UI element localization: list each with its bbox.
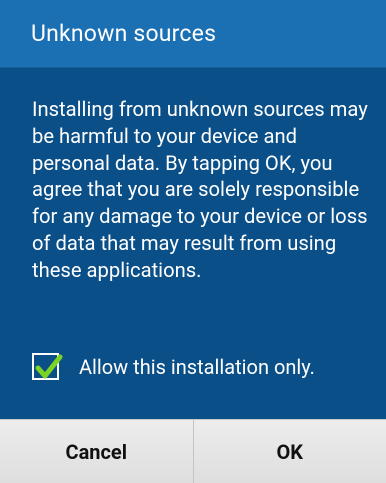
dialog-button-bar: Cancel OK — [0, 419, 386, 483]
unknown-sources-dialog: Unknown sources Installing from unknown … — [0, 0, 386, 483]
allow-once-option[interactable]: Allow this installation only. — [32, 353, 315, 380]
ok-button[interactable]: OK — [192, 420, 386, 483]
dialog-title: Unknown sources — [31, 20, 217, 47]
cancel-button[interactable]: Cancel — [0, 420, 193, 483]
allow-once-label[interactable]: Allow this installation only. — [79, 355, 315, 379]
warning-message: Installing from unknown sources may be h… — [32, 97, 368, 282]
allow-once-checkbox[interactable] — [32, 353, 63, 380]
checkmark-icon — [35, 354, 63, 379]
dialog-body: Installing from unknown sources may be h… — [0, 68, 386, 419]
dialog-title-bar: Unknown sources — [0, 0, 386, 68]
